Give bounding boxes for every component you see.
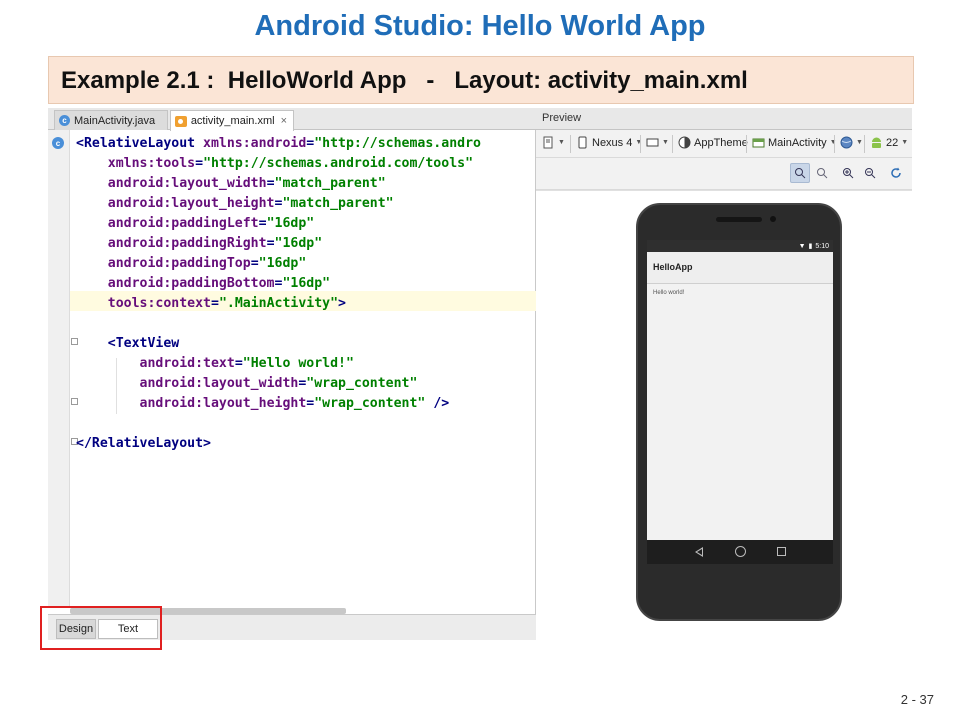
code-line: android:layout_height="match_parent"	[107, 196, 394, 211]
zoom-out-icon[interactable]	[860, 163, 880, 183]
xml-layout-icon	[175, 115, 187, 127]
code-line: android:layout_height="wrap_content" />	[139, 396, 450, 411]
code-line: </RelativeLayout>	[76, 436, 211, 451]
chevron-down-icon: ▼	[856, 139, 863, 146]
activity-label: MainActivity	[768, 136, 827, 149]
editor-tabbar: c MainActivity.java activity_main.xml ×	[48, 108, 536, 131]
code-line: <TextView	[76, 336, 180, 351]
api-level-selector[interactable]: 22 ▼	[870, 136, 908, 149]
code-line: android:paddingTop="16dp"	[107, 256, 307, 271]
hello-world-text: Hello world!	[653, 290, 685, 296]
code-line: <RelativeLayout xmlns:android="http://sc…	[76, 136, 481, 151]
code-line: android:layout_width="wrap_content"	[139, 376, 418, 391]
phone-speaker	[716, 217, 762, 222]
preview-pane: Preview ▼ Nexus 4 ▼ ▼ AppTheme MainActiv…	[536, 108, 912, 640]
page-number: 2 - 37	[900, 692, 934, 707]
editor-gutter: c	[48, 130, 70, 608]
orientation-button[interactable]: ▼	[646, 136, 669, 149]
chevron-down-icon: ▼	[901, 139, 909, 146]
theme-icon	[678, 136, 691, 149]
globe-icon	[840, 136, 853, 149]
tab-label: activity_main.xml	[190, 115, 275, 127]
phone-frame: ▼ ▮ 5:10 HelloApp Hello world!	[636, 203, 842, 621]
slide-title: Android Studio: Hello World App	[254, 10, 706, 42]
editor-pane: c MainActivity.java activity_main.xml × …	[48, 108, 536, 640]
app-title-bar: HelloApp	[647, 252, 833, 284]
orientation-icon	[646, 138, 659, 147]
phone-camera	[770, 216, 776, 222]
chevron-down-icon: ▼	[662, 139, 669, 146]
tab-label: MainActivity.java	[74, 114, 156, 127]
tab-mainactivity-java[interactable]: c MainActivity.java	[54, 110, 168, 130]
subtitle-text: Example 2.1 : HelloWorld App - Layout: a…	[61, 67, 748, 94]
nav-bar	[647, 540, 833, 564]
preview-header: Preview	[536, 108, 912, 130]
zoom-actual-icon[interactable]	[790, 163, 810, 183]
chevron-down-icon: ▼	[635, 139, 643, 146]
wifi-icon: ▼	[798, 242, 806, 250]
preview-canvas: ▼ ▮ 5:10 HelloApp Hello world!	[536, 190, 912, 640]
home-icon	[735, 546, 746, 557]
status-time: 5:10	[815, 242, 829, 250]
zoom-fit-icon[interactable]	[812, 163, 832, 183]
device-icon	[578, 136, 587, 149]
activity-icon	[752, 138, 765, 148]
api-level-label: 22	[886, 136, 899, 149]
document-icon	[543, 136, 553, 149]
java-class-icon: c	[59, 115, 70, 126]
android-icon	[872, 137, 881, 148]
preview-toolbar: ▼ Nexus 4 ▼ ▼ AppTheme MainActivity ▼ 22…	[536, 130, 912, 158]
code-line: android:paddingBottom="16dp"	[107, 276, 331, 291]
code-line: android:layout_width="match_parent"	[107, 176, 386, 191]
render-options-button[interactable]: ▼	[542, 136, 565, 149]
recents-icon	[777, 547, 786, 556]
text-tab-highlight	[40, 606, 162, 650]
refresh-icon[interactable]	[886, 163, 906, 183]
close-tab-icon[interactable]: ×	[281, 115, 287, 127]
app-title: HelloApp	[653, 262, 693, 272]
zoom-toolbar	[536, 158, 912, 190]
zoom-in-icon[interactable]	[838, 163, 858, 183]
theme-selector[interactable]: AppTheme	[678, 136, 748, 149]
theme-label: AppTheme	[694, 136, 748, 149]
battery-icon: ▮	[808, 243, 813, 250]
code-line: tools:context=".MainActivity">	[107, 296, 346, 311]
locale-selector[interactable]: ▼	[840, 136, 863, 149]
code-line: xmlns:tools="http://schemas.android.com/…	[107, 156, 474, 171]
code-line: android:paddingRight="16dp"	[107, 236, 323, 251]
code-editor[interactable]: <RelativeLayout xmlns:android="http://sc…	[76, 134, 536, 454]
code-line: android:paddingLeft="16dp"	[107, 216, 315, 231]
chevron-down-icon: ▼	[558, 139, 565, 146]
subtitle-banner: Example 2.1 : HelloWorld App - Layout: a…	[48, 56, 914, 104]
status-bar: ▼ ▮ 5:10	[647, 240, 833, 252]
ide-window: c MainActivity.java activity_main.xml × …	[48, 108, 912, 640]
phone-screen: ▼ ▮ 5:10 HelloApp Hello world!	[647, 240, 833, 564]
device-label: Nexus 4	[592, 136, 633, 149]
back-icon	[695, 547, 703, 557]
class-marker-icon: c	[52, 137, 64, 149]
activity-selector[interactable]: MainActivity ▼	[752, 136, 837, 149]
device-selector[interactable]: Nexus 4 ▼	[576, 136, 642, 149]
code-line: android:text="Hello world!"	[139, 356, 354, 371]
tab-activity-main-xml[interactable]: activity_main.xml ×	[170, 110, 294, 131]
